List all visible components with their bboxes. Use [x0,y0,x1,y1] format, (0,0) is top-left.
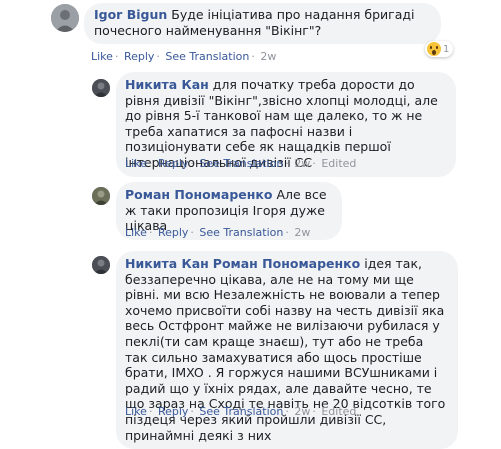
timestamp[interactable]: 2w [294,226,310,239]
comment-actions: Like · Reply · See Translation · 2w [125,226,311,239]
comment-actions: Like · Reply · See Translation · 2w · Edited [125,157,357,170]
reply-link[interactable]: Reply [124,50,154,63]
reaction-count: 1 [443,43,450,55]
timestamp[interactable]: 2w [260,50,276,63]
reaction-badge[interactable]: 1 [425,41,454,57]
avatar[interactable] [92,79,110,97]
see-translation-link[interactable]: See Translation [199,226,283,239]
edited-label[interactable]: Edited [321,405,356,418]
see-translation-link[interactable]: See Translation [199,157,283,170]
reply-link[interactable]: Reply [158,157,188,170]
avatar[interactable] [92,256,110,274]
like-link[interactable]: Like [125,226,147,239]
avatar[interactable] [92,187,110,205]
mention-link[interactable]: Роман Пономаренко [213,256,360,271]
comment-author[interactable]: Никита Кан [125,77,209,92]
like-link[interactable]: Like [125,405,147,418]
see-translation-link[interactable]: See Translation [199,405,283,418]
comment-bubble: Никита Кан Роман Пономаренко ідея так, б… [116,251,458,449]
comment-author[interactable]: Никита Кан [125,256,209,271]
see-translation-link[interactable]: See Translation [165,50,249,63]
timestamp[interactable]: 2w [294,157,310,170]
like-link[interactable]: Like [125,157,147,170]
wow-icon [427,42,441,56]
comment-actions: Like · Reply · See Translation · 2w · Edited [125,405,357,418]
reply-link[interactable]: Reply [158,405,188,418]
edited-label[interactable]: Edited [321,157,356,170]
reply-link[interactable]: Reply [158,226,188,239]
like-link[interactable]: Like [91,50,113,63]
comment-author[interactable]: Роман Пономаренко [125,187,272,202]
avatar[interactable] [51,4,79,32]
comment-author[interactable]: Igor Bigun [94,7,167,22]
timestamp[interactable]: 2w [294,405,310,418]
comment-bubble: Igor Bigun Буде ініціатива про надання б… [84,3,441,45]
comment-actions: Like · Reply · See Translation · 2w [91,50,277,63]
